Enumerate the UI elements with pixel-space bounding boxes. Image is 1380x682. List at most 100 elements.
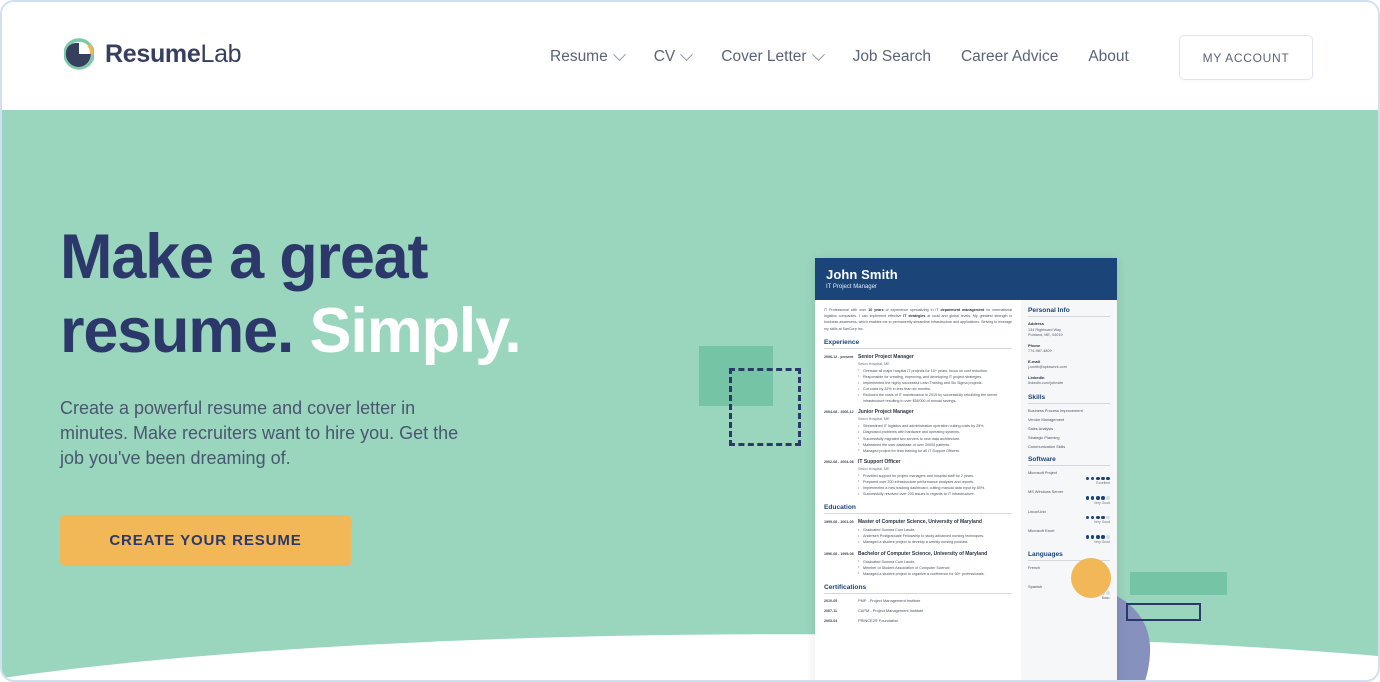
resume-entry-detail: IT Support OfficerSeton Hospital, MEProv… <box>858 459 1012 497</box>
resume-entry-date: 2006-12 - present <box>824 354 854 359</box>
my-account-button[interactable]: MY ACCOUNT <box>1179 35 1313 80</box>
rating-level: Very Good <box>1093 500 1110 505</box>
sidebar-skill-item: Vendor Management <box>1028 416 1065 422</box>
resume-entry-detail: Bachelor of Computer Science, University… <box>858 551 1012 577</box>
rating-dot <box>1101 515 1105 520</box>
brand-name-light: Lab <box>200 39 242 68</box>
resume-bullet-list: Oversaw all major hospital IT projects f… <box>858 367 1012 405</box>
resume-entry: 2006-12 - present Senior Project Manager S… <box>824 354 1012 405</box>
certification-date: 2007-11 <box>824 608 837 613</box>
rating-row: Microsoft Project Excellent <box>1028 470 1110 486</box>
nav-item-job-search[interactable]: Job Search <box>853 48 931 66</box>
certification-date: 2010-05 <box>824 598 838 603</box>
rating-dot <box>1106 515 1110 520</box>
rating-level: Excellent <box>1096 481 1110 486</box>
resume-entry-date: 2004-08 - 2006-12 <box>824 410 854 415</box>
rating-dot <box>1106 476 1110 481</box>
create-your-resume-button[interactable]: CREATE YOUR RESUME <box>60 515 351 566</box>
resume-candidate-name: John Smith <box>826 267 898 282</box>
rating-row: MS Windows Server Very Good <box>1028 489 1110 505</box>
sidebar-skill-item: Communication Skills <box>1028 443 1066 449</box>
personal-info-value: 134 Rightward Way Portland, ME, 04019 <box>1028 327 1063 338</box>
main-navigation: Resume CV Cover Letter Job Search Career… <box>550 47 1129 66</box>
nav-item-resume[interactable]: Resume <box>550 47 626 66</box>
personal-info-label: LinkedIn <box>1028 374 1045 380</box>
resume-bullet: Successfully resolved over 200 issues in… <box>858 491 1012 497</box>
resume-experience-list: 2006-12 - present Senior Project Manager S… <box>824 354 1012 497</box>
resumelab-logo-icon <box>64 38 94 70</box>
resume-entry-org: Seton Hospital, ME <box>858 417 890 422</box>
rating-dot <box>1090 515 1095 520</box>
rating-dots <box>1028 515 1110 520</box>
resume-entry-date: 2002-08 - 2004-08 <box>824 459 854 464</box>
resume-entry-detail: Master of Computer Science, University o… <box>858 519 1012 545</box>
brand-logo[interactable]: ResumeLab <box>64 38 242 70</box>
nav-label-resume: Resume <box>550 48 608 65</box>
certification-text: PRINCE2® Foundation <box>858 617 899 623</box>
brand-name-bold: Resume <box>105 39 201 68</box>
certification-text: PMP - Project Management Institute <box>858 597 921 603</box>
rating-dots <box>1028 476 1110 481</box>
resume-main-column: IT Professional with over 10 years of ex… <box>815 300 1021 680</box>
resume-candidate-role: IT Project Manager <box>826 284 877 290</box>
resume-bullet: Managed a student project to organize a … <box>858 570 1012 577</box>
resume-bullet-list: Streamlined IT logistics and administrat… <box>858 423 1012 454</box>
resume-entry: 2002-08 - 2004-08 IT Support Officer Seton… <box>824 459 1012 497</box>
sidebar-skill-item: Strategic Planning <box>1028 434 1060 440</box>
sidebar-software-list: Microsoft Project Excellent MS Windows Ser… <box>1028 470 1110 544</box>
resume-preview-card[interactable]: John Smith IT Project Manager IT Profess… <box>815 258 1117 680</box>
rating-dot <box>1090 496 1095 500</box>
decorative-orange-circle <box>1071 558 1111 598</box>
resume-bullet-list: Graduated Summa Cum Laude.Andersen Postg… <box>858 527 1012 545</box>
sidebar-skill-item: Business Process Improvement <box>1028 407 1083 413</box>
resume-section-certifications-title: Certifications <box>824 584 1012 594</box>
resume-entry-org: Seton Hospital, ME <box>858 361 890 366</box>
resume-entry-title: Junior Project Manager <box>858 409 914 416</box>
rating-dot <box>1085 496 1090 500</box>
nav-item-about[interactable]: About <box>1088 48 1129 66</box>
nav-label-cv: CV <box>653 48 676 65</box>
rating-name: Linux/Unix <box>1028 508 1047 514</box>
sidebar-personal-info-list: Address 134 Rightward Way Portland, ME, 04… <box>1028 321 1110 387</box>
nav-item-career-advice[interactable]: Career Advice <box>961 48 1058 66</box>
headline-line-2-dark: resume. <box>60 296 294 366</box>
rating-dot <box>1090 476 1095 481</box>
rating-name: Microsoft Excel <box>1028 528 1055 534</box>
resume-entry-org: Seton Hospital, ME <box>858 466 890 471</box>
headline-line-1: Make a great <box>60 222 428 292</box>
sidebar-personal-info-title: Personal Info <box>1028 307 1110 317</box>
rating-dot <box>1096 476 1100 481</box>
cta-label: CREATE YOUR RESUME <box>109 532 302 549</box>
chevron-down-icon <box>680 47 694 61</box>
sidebar-skills-list: Business Process Improvement Vendor Manag… <box>1028 408 1110 449</box>
rating-row: Microsoft Excel Very Good <box>1028 528 1110 544</box>
rating-dot <box>1106 591 1110 596</box>
resume-certifications-list: 2010-05 PMP - Project Management Institut… <box>824 598 1012 624</box>
rating-dot <box>1085 535 1090 539</box>
resume-bullet: Managed a student project to develop a w… <box>858 539 1012 545</box>
resume-certification-row: 2007-11 CAPM - Project Management Institu… <box>824 608 1012 614</box>
sidebar-skills-title: Skills <box>1028 394 1110 404</box>
rating-dots <box>1028 496 1110 500</box>
nav-item-cv[interactable]: CV <box>653 47 694 66</box>
resume-bullet-list: Graduated Summa Cum Laude.Member of Stud… <box>858 558 1012 577</box>
hero-copy: Make a great resume. Simply. Create a po… <box>60 220 620 566</box>
page-root: ResumeLab Resume CV Cover Letter Job Sea… <box>0 0 1380 682</box>
decorative-outlined-rectangle <box>1126 603 1201 621</box>
sidebar-software-title: Software <box>1028 456 1110 466</box>
resume-summary: IT Professional with over 10 years of ex… <box>824 308 1012 331</box>
resume-section-education-title: Education <box>824 504 1012 515</box>
resume-certification-row: 2010-05 PMP - Project Management Institut… <box>824 598 1012 604</box>
rating-row: Linux/Unix Very Good <box>1028 508 1110 524</box>
rating-dot <box>1101 496 1105 500</box>
resume-entry-date: 1999-08 - 2001-05 <box>824 520 854 525</box>
hero-headline: Make a great resume. Simply. <box>60 220 620 368</box>
rating-name: MS Windows Server <box>1028 489 1064 495</box>
rating-dot <box>1090 535 1095 539</box>
sidebar-skill-item: Sales Analysis <box>1028 425 1054 431</box>
rating-dot <box>1085 515 1090 520</box>
rating-dot <box>1101 535 1105 539</box>
nav-item-cover-letter[interactable]: Cover Letter <box>721 47 825 66</box>
rating-dot <box>1106 535 1110 539</box>
resume-bullet: Managed project for lean training for al… <box>858 447 1012 454</box>
